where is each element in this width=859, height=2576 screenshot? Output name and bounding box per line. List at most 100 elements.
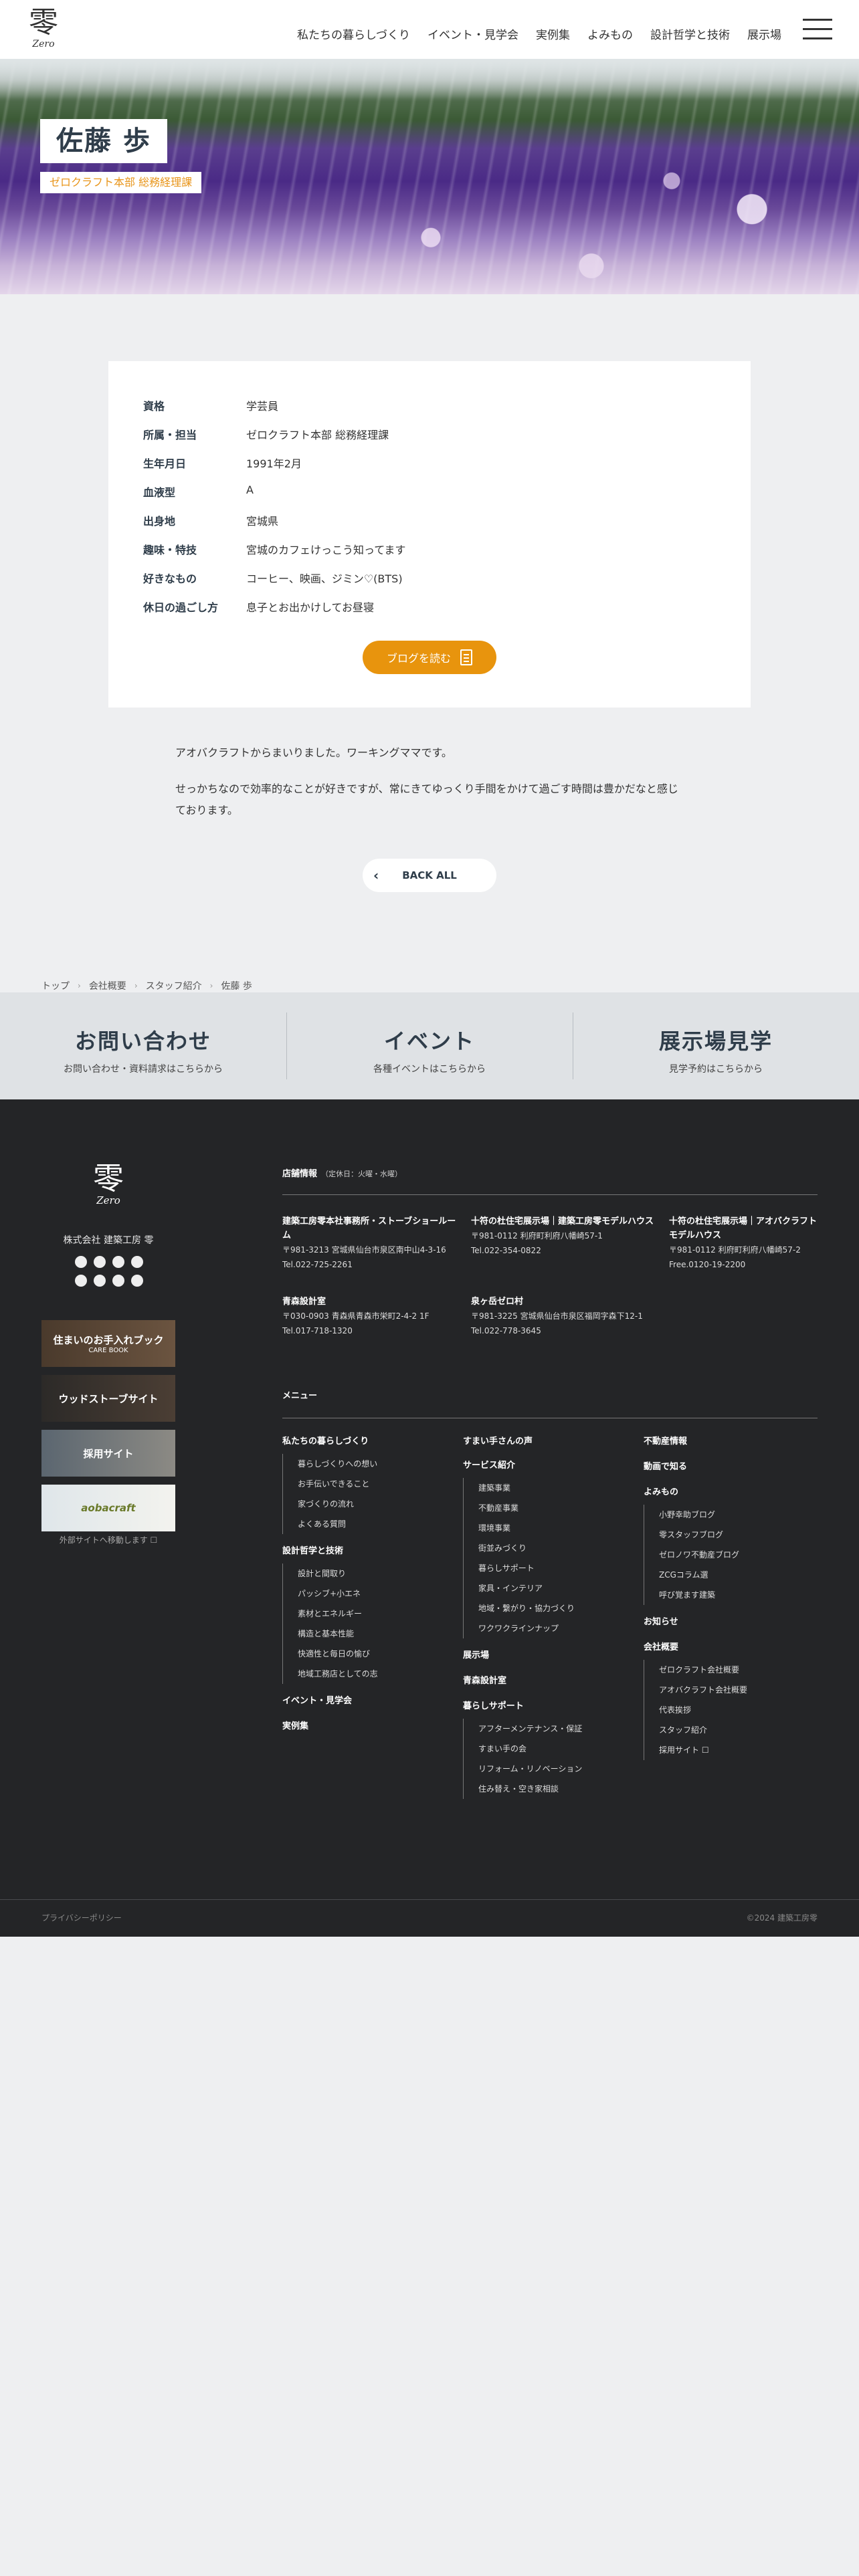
facebook-icon[interactable] — [75, 1256, 87, 1268]
shop-tel[interactable]: Tel.022-354-0822 — [471, 1243, 658, 1258]
menu-item[interactable]: 設計と間取り — [298, 1564, 456, 1584]
banner-recruit[interactable]: 採用サイト — [41, 1430, 175, 1477]
menu-head[interactable]: 暮らしサポート — [463, 1699, 637, 1715]
footer-logo[interactable]: 零 Zero — [82, 1162, 135, 1206]
shop-name: 十符の杜住宅展示場｜アオバクラフトモデルハウス — [669, 1216, 818, 1241]
cta-event[interactable]: イベント 各種イベントはこちらから — [286, 992, 573, 1099]
menu-item[interactable]: 家づくりの流れ — [298, 1494, 456, 1514]
banner-aobacraft[interactable]: aobacraft — [41, 1485, 175, 1531]
shop-address: 〒981-3225 宮城県仙台市泉区福岡字森下12-1 — [471, 1311, 643, 1321]
instagram-icon[interactable] — [94, 1256, 106, 1268]
external-site-note: 外部サイトへ移動します ☐ — [59, 1535, 158, 1545]
menu-item[interactable]: 環境事業 — [478, 1518, 637, 1538]
pinterest-icon[interactable] — [112, 1275, 124, 1287]
menu-item[interactable]: パッシブ+小エネ — [298, 1584, 456, 1604]
menu-item[interactable]: 呼び覚ます建築 — [659, 1585, 818, 1605]
profile-value: 宮城県 — [246, 515, 279, 528]
menu-head[interactable]: すまい手さんの声 — [463, 1434, 637, 1450]
shop-tel[interactable]: Tel.022-725-2261 — [282, 1257, 463, 1272]
menu-item[interactable]: よくある質問 — [298, 1514, 456, 1534]
menu-item[interactable]: 家具・インテリア — [478, 1578, 637, 1598]
tiktok-icon[interactable] — [131, 1256, 143, 1268]
menu-head[interactable]: 青森設計室 — [463, 1673, 637, 1689]
cta-contact[interactable]: お問い合わせ お問い合わせ・資料請求はこちらから — [0, 992, 286, 1099]
menu-head[interactable]: お知らせ — [644, 1614, 818, 1630]
shop-tel[interactable]: Tel.022-778-3645 — [471, 1323, 672, 1338]
menu-item[interactable]: 地域工務店としての志 — [298, 1664, 456, 1684]
menu-item[interactable]: 地域・繋がり・協力づくり — [478, 1598, 637, 1618]
menu-item[interactable]: ワクワクラインナップ — [478, 1618, 637, 1638]
shop-tel[interactable]: Tel.017-718-1320 — [282, 1323, 463, 1338]
menu-item[interactable]: 不動産事業 — [478, 1498, 637, 1518]
copyright: ©2024 建築工房零 — [746, 1913, 818, 1923]
menu-head[interactable]: 設計哲学と技術 — [282, 1543, 456, 1560]
menu-head[interactable]: 私たちの暮らしづくり — [282, 1434, 456, 1450]
menu-item[interactable]: すまい手の会 — [478, 1739, 637, 1759]
menu-head[interactable]: サービス紹介 — [463, 1458, 637, 1474]
menu-item[interactable]: 建築事業 — [478, 1478, 637, 1498]
menu-item[interactable]: アフターメンテナンス・保証 — [478, 1719, 637, 1739]
menu-head[interactable]: イベント・見学会 — [282, 1693, 456, 1709]
shop-info: 青森設計室 〒030-0903 青森県青森市栄町2-4-2 1F Tel.017… — [282, 1295, 463, 1338]
staff-dept: ゼロクラフト本部 総務経理課 — [40, 172, 202, 193]
staff-name: 佐藤 歩 — [56, 126, 151, 156]
nav-living[interactable]: 私たちの暮らしづくり — [297, 25, 410, 42]
nav-event[interactable]: イベント・見学会 — [427, 25, 518, 42]
nav-reading[interactable]: よみもの — [587, 25, 633, 42]
x-icon[interactable] — [94, 1275, 106, 1287]
menu-item[interactable]: 街並みづくり — [478, 1538, 637, 1558]
shop-name: 泉ヶ岳ゼロ村 — [471, 1297, 524, 1307]
menu-item[interactable]: 快適性と毎日の愉び — [298, 1644, 456, 1664]
menu-item[interactable]: アオバクラフト会社概要 — [659, 1680, 818, 1700]
menu-item[interactable]: ゼロクラフト会社概要 — [659, 1660, 818, 1680]
site-logo[interactable]: 零 Zero — [23, 7, 64, 51]
menu-item[interactable]: ZCGコラム選 — [659, 1565, 818, 1585]
nav-showroom[interactable]: 展示場 — [747, 25, 781, 42]
menu-item[interactable]: リフォーム・リノベーション — [478, 1759, 637, 1779]
breadcrumb-top[interactable]: トップ — [41, 979, 70, 992]
breadcrumb-staff[interactable]: スタッフ紹介 — [146, 979, 202, 992]
menu-item[interactable]: 代表挨拶 — [659, 1700, 818, 1720]
menu-item[interactable]: 構造と基本性能 — [298, 1624, 456, 1644]
banner-care-book[interactable]: 住まいのお手入れブック CARE BOOK — [41, 1320, 175, 1367]
menu-item[interactable]: 住み替え・空き家相談 — [478, 1779, 637, 1799]
hamburger-menu-icon[interactable] — [803, 19, 832, 40]
menu-item[interactable]: 素材とエネルギー — [298, 1604, 456, 1624]
menu-item[interactable]: 暮らしサポート — [478, 1558, 637, 1578]
menu-item[interactable]: ゼロノワ不動産ブログ — [659, 1545, 818, 1565]
menu-item[interactable]: 小野幸助ブログ — [659, 1505, 818, 1525]
back-all-button[interactable]: ‹ BACK ALL — [363, 859, 496, 892]
menu-item[interactable]: 採用サイト ☐ — [659, 1740, 818, 1760]
cta-showroom[interactable]: 展示場見学 見学予約はこちらから — [573, 992, 859, 1099]
read-blog-button[interactable]: ブログを読む — [363, 641, 496, 674]
menu-item[interactable]: 零スタッフブログ — [659, 1525, 818, 1545]
breadcrumb-company[interactable]: 会社概要 — [89, 979, 126, 992]
banner-wood-stove[interactable]: ウッドストーブサイト — [41, 1375, 175, 1422]
shop-info: 建築工房零本社事務所・ストーブショールーム 〒981-3213 宮城県仙台市泉区… — [282, 1214, 463, 1272]
line-icon[interactable] — [75, 1275, 87, 1287]
profile-value: 宮城のカフェけっこう知ってます — [246, 544, 406, 556]
menu-head[interactable]: 展示場 — [463, 1648, 637, 1664]
youtube-icon[interactable] — [112, 1256, 124, 1268]
menu-item[interactable]: スタッフ紹介 — [659, 1720, 818, 1740]
footer-menu-col: 私たちの暮らしづくり 暮らしづくりへの想い お手伝いできること 家づくりの流れ … — [282, 1434, 456, 1735]
menu-item[interactable]: 暮らしづくりへの想い — [298, 1454, 456, 1474]
menu-head[interactable]: 不動産情報 — [644, 1434, 818, 1450]
houzz-icon[interactable] — [131, 1275, 143, 1287]
menu-head[interactable]: 動画で知る — [644, 1459, 818, 1475]
profile-card: 資格 学芸員 所属・担当 ゼロクラフト本部 総務経理課 生年月日 1991年2月… — [108, 361, 751, 708]
menu-head[interactable]: よみもの — [644, 1485, 818, 1501]
nav-philosophy[interactable]: 設計哲学と技術 — [650, 25, 730, 42]
menu-item[interactable]: お手伝いできること — [298, 1474, 456, 1494]
shop-name: 建築工房零本社事務所・ストーブショールーム — [282, 1216, 456, 1241]
profile-label: 血液型 — [143, 486, 176, 499]
nav-works[interactable]: 実例集 — [536, 25, 570, 42]
breadcrumb: トップ › 会社概要 › スタッフ紹介 › 佐藤 歩 — [41, 979, 252, 992]
privacy-policy-link[interactable]: プライバシーポリシー — [41, 1912, 122, 1923]
shop-tel[interactable]: Free.0120-19-2200 — [669, 1257, 818, 1272]
back-all-label: BACK ALL — [402, 869, 457, 881]
menu-head[interactable]: 会社概要 — [644, 1640, 818, 1656]
bio-paragraph: せっかちなので効率的なことが好きですが、常にきてゆっくり手間をかけて過ごす時間は… — [175, 782, 678, 817]
menu-head[interactable]: 実例集 — [282, 1719, 456, 1735]
cta-title: イベント — [383, 1029, 475, 1054]
